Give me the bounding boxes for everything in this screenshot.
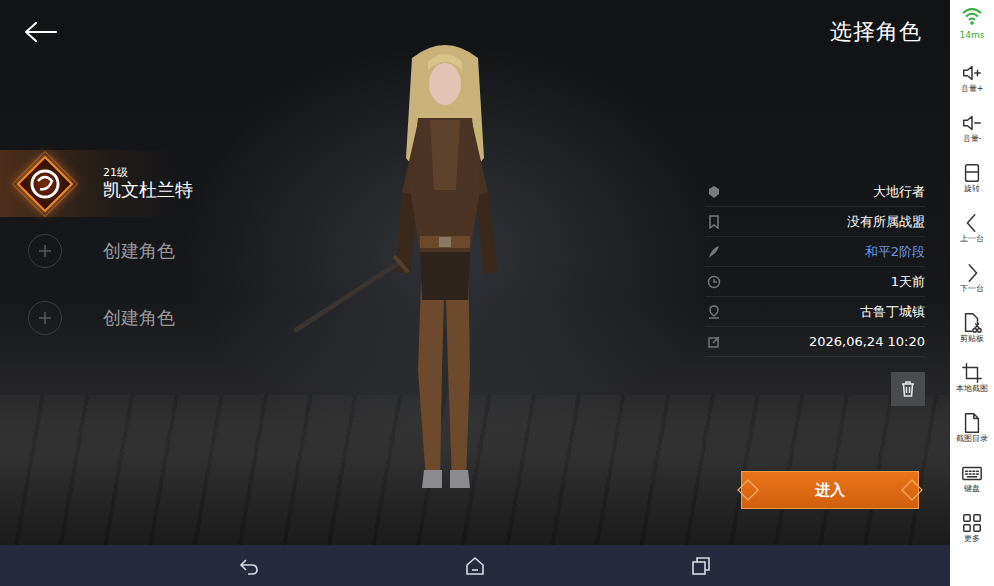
toolbar-label[interactable]: 音量+	[961, 84, 984, 94]
toolbar-button[interactable]: 本地截图	[950, 352, 994, 402]
more-icon	[961, 512, 983, 534]
detail-text: 1天前	[891, 273, 925, 291]
wifi-icon	[961, 6, 983, 26]
toolbar-label[interactable]: 音量-	[963, 134, 982, 144]
toolbar-button[interactable]: 剪贴板	[950, 302, 994, 352]
ornament-left-icon	[736, 478, 760, 502]
detail-text: 2026,06,24 10:20	[809, 334, 925, 349]
toolbar-label[interactable]: 剪贴板	[960, 334, 984, 344]
volume-up-icon	[961, 62, 983, 84]
enter-label[interactable]: 进入	[815, 481, 845, 500]
crop-screenshot-icon	[961, 362, 983, 384]
location-icon	[707, 305, 721, 319]
detail-row: 2026,06,24 10:20	[705, 327, 925, 357]
previous-icon	[961, 212, 983, 234]
detail-text: 古鲁丁城镇	[860, 303, 925, 321]
nav-back-icon[interactable]	[238, 555, 260, 577]
character-list: 21级凯文杜兰特创建角色创建角色	[0, 64, 260, 545]
next-icon	[961, 262, 983, 284]
screen-title: 选择角色	[830, 17, 922, 47]
toolbar-button[interactable]: 截图目录	[950, 402, 994, 452]
content-area: 21级凯文杜兰特创建角色创建角色大地行者没有所属战盟和平2阶段1天前古鲁丁城镇2…	[0, 64, 950, 545]
nav-recents-icon[interactable]	[690, 555, 712, 577]
volume-down-icon	[961, 112, 983, 134]
alliance-icon	[707, 215, 721, 229]
toolbar-label[interactable]: 截图目录	[956, 434, 988, 444]
character-level: 21级	[103, 166, 193, 179]
edit-date-icon	[707, 335, 721, 349]
toolbar-label[interactable]: 本地截图	[956, 384, 988, 394]
plus-icon	[38, 311, 52, 325]
character-slot[interactable]: 21级凯文杜兰特	[0, 150, 260, 217]
keyboard-icon	[961, 462, 983, 484]
character-name: 凯文杜兰特	[103, 179, 193, 201]
toolbar-button[interactable]: 音量+	[950, 52, 994, 102]
detail-row: 1天前	[705, 267, 925, 297]
clipboard-icon	[961, 312, 983, 334]
toolbar-button[interactable]: 下一台	[950, 252, 994, 302]
back-arrow-icon[interactable]	[22, 20, 58, 44]
toolbar-button[interactable]: 更多	[950, 502, 994, 552]
character-slot[interactable]: 创建角色	[0, 284, 260, 351]
detail-row: 没有所属战盟	[705, 207, 925, 237]
detail-row: 古鲁丁城镇	[705, 297, 925, 327]
detail-text: 没有所属战盟	[847, 213, 925, 231]
character-slot[interactable]: 创建角色	[0, 217, 260, 284]
toolbar-label[interactable]: 旋转	[964, 184, 980, 194]
slot-icon	[5, 284, 85, 351]
clock-icon	[707, 275, 721, 289]
top-bar: 选择角色	[0, 0, 950, 64]
delete-button[interactable]	[891, 372, 925, 406]
toolbar-button[interactable]: 旋转	[950, 152, 994, 202]
add-circle	[28, 301, 62, 335]
details-panel: 大地行者没有所属战盟和平2阶段 1天前古鲁丁城镇 2026,06,24 10:20 进…	[705, 64, 925, 545]
slot-icon	[5, 217, 85, 284]
slot-icon	[5, 150, 85, 217]
class-emblem-icon	[12, 151, 78, 217]
create-label: 创建角色	[103, 306, 175, 330]
detail-row: 和平2阶段	[705, 237, 925, 267]
class-icon	[707, 185, 721, 199]
toolbar-label[interactable]: 更多	[964, 534, 980, 544]
emulator-screen: 选择角色21级凯文杜兰特创建角色创建角色大地行者没有所属战盟和平2阶段1天前古鲁…	[0, 0, 950, 586]
detail-text: 大地行者	[873, 183, 925, 201]
toolbar-button[interactable]: 上一台	[950, 202, 994, 252]
character-info: 21级凯文杜兰特	[103, 166, 193, 201]
character-figure	[290, 40, 540, 500]
trash-icon	[899, 380, 917, 398]
android-nav-bar	[0, 545, 950, 586]
plus-icon	[38, 244, 52, 258]
rotate-icon	[961, 162, 983, 184]
nav-home-icon[interactable]	[464, 555, 486, 577]
stone-floor	[0, 395, 950, 545]
screenshot-folder-icon	[961, 412, 983, 434]
feather-icon	[707, 245, 721, 259]
toolbar-button[interactable]: 键盘	[950, 452, 994, 502]
ping-reading: 14ms	[960, 30, 985, 41]
create-info: 创建角色	[103, 239, 175, 263]
ornament-right-icon	[900, 478, 924, 502]
add-circle	[28, 234, 62, 268]
game-view: 选择角色21级凯文杜兰特创建角色创建角色大地行者没有所属战盟和平2阶段1天前古鲁…	[0, 0, 950, 545]
toolbar-button[interactable]: 音量-	[950, 102, 994, 152]
toolbar-label[interactable]: 键盘	[964, 484, 980, 494]
toolbar-label[interactable]: 上一台	[960, 234, 984, 244]
network-status: 14ms	[950, 6, 994, 52]
toolbar-label[interactable]: 下一台	[960, 284, 984, 294]
detail-row: 大地行者	[705, 177, 925, 207]
emulator-toolbar: 14ms 音量+ 音量- 旋转上一台下一台剪贴板本地截图截图目录键盘更多	[950, 0, 994, 586]
detail-text: 和平2阶段	[865, 243, 925, 261]
create-info: 创建角色	[103, 306, 175, 330]
enter-button[interactable]: 进入	[741, 471, 919, 509]
create-label: 创建角色	[103, 239, 175, 263]
